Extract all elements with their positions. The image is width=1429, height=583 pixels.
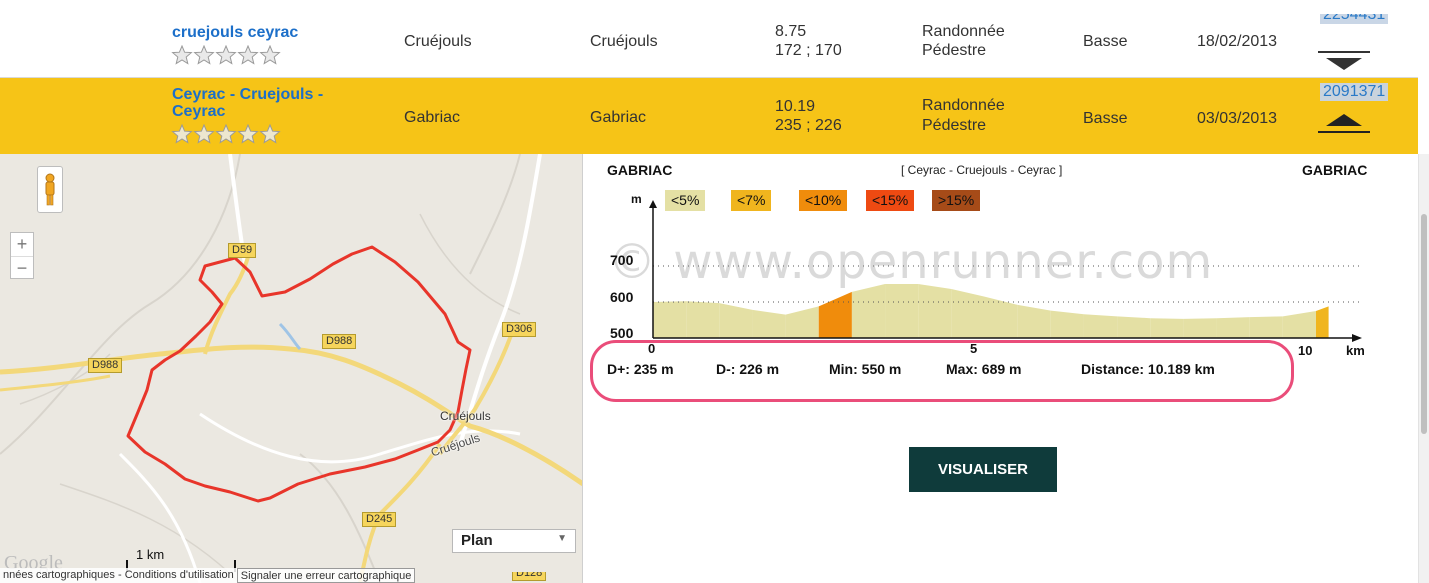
profile-segment [719, 303, 753, 338]
stat-descent: D-: 226 m [716, 361, 780, 377]
stat-distance: Distance: 10.189 km [1081, 361, 1215, 377]
y-tick-label: 700 [610, 252, 634, 268]
profile-segment [653, 301, 687, 338]
profile-segment [1083, 314, 1118, 338]
scrollbar-thumb[interactable] [1421, 214, 1427, 434]
profile-segment [851, 284, 886, 338]
profile-segment [951, 289, 985, 338]
profile-segment [785, 306, 819, 338]
profile-segment [752, 309, 786, 338]
visualiser-button[interactable]: VISUALISER [909, 447, 1057, 492]
profile-segment [1050, 310, 1084, 338]
profile-segment [918, 284, 952, 338]
stat-ascent: D+: 235 m [607, 361, 674, 377]
profile-segment [1249, 316, 1283, 338]
stat-min: Min: 550 m [829, 361, 902, 377]
profile-segment [1017, 304, 1051, 338]
profile-segment [885, 284, 919, 338]
profile-segment [1183, 318, 1217, 338]
scrollbar[interactable] [1418, 154, 1429, 583]
x-axis-arrow-icon [1352, 334, 1362, 342]
stat-max: Max: 689 m [946, 361, 1022, 377]
profile-segment [984, 296, 1018, 338]
profile-segment [1216, 317, 1250, 338]
y-tick-label: 500 [610, 325, 634, 341]
x-tick-label: 10 [1298, 343, 1313, 358]
watermark: © www.openrunner.com [608, 234, 1214, 290]
profile-segment [818, 291, 852, 338]
profile-segment [686, 301, 720, 338]
y-axis-arrow-icon [649, 200, 657, 208]
profile-segment [1316, 306, 1329, 338]
elevation-chart [649, 200, 1362, 342]
profile-segment [1117, 316, 1151, 338]
profile-segment [1150, 318, 1184, 338]
y-tick-label: 600 [610, 289, 634, 305]
profile-segment [1282, 311, 1316, 338]
x-axis-unit: km [1346, 343, 1365, 358]
